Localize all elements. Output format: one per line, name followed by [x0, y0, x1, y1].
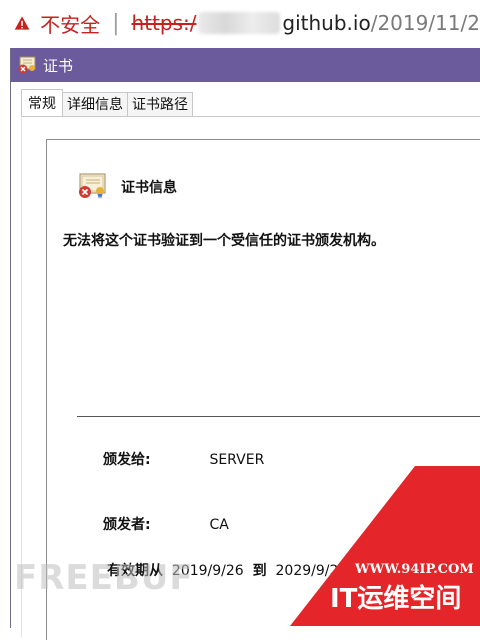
- issued-to-value: SERVER: [209, 452, 265, 468]
- info-divider: [77, 416, 480, 417]
- tab-details[interactable]: 详细信息: [62, 92, 128, 117]
- dialog-titlebar[interactable]: 证书: [11, 48, 480, 82]
- certificate-error-icon: [18, 56, 36, 74]
- issued-to-row: 颁发给: SERVER: [103, 449, 264, 469]
- address-separator: |: [112, 10, 120, 36]
- certificate-info-title: 证书信息: [121, 180, 177, 196]
- url-path: /2019/11/2: [370, 11, 480, 35]
- site-watermark-url: WWW.94IP.COM: [355, 562, 474, 577]
- freebuf-watermark: FREEBUF: [14, 558, 194, 598]
- certificate-icon: [79, 173, 106, 199]
- issued-by-value: CA: [209, 517, 229, 533]
- url-scheme: https:/: [131, 11, 197, 35]
- tab-certification-path[interactable]: 证书路径: [127, 92, 193, 117]
- security-status-label: 不安全: [40, 12, 101, 37]
- url-host: github.io: [282, 11, 371, 35]
- issued-by-row: 颁发者: CA: [103, 514, 229, 534]
- tab-general[interactable]: 常规: [21, 89, 63, 116]
- validity-to-label: 到: [252, 563, 267, 579]
- certificate-error-message: 无法将这个证书验证到一个受信任的证书颁发机构。: [63, 233, 385, 249]
- issued-to-label: 颁发给:: [103, 452, 151, 468]
- issued-by-label: 颁发者:: [103, 517, 151, 533]
- blurred-subdomain: [198, 12, 281, 34]
- warning-triangle-icon: [14, 16, 30, 30]
- site-watermark-brand: IT运维空间: [330, 584, 462, 614]
- tab-strip: 常规 详细信息 证书路径: [21, 89, 193, 118]
- dialog-title: 证书: [43, 56, 74, 75]
- browser-address-bar[interactable]: 不安全 | https:/ github.io /2019/11/2: [0, 0, 480, 46]
